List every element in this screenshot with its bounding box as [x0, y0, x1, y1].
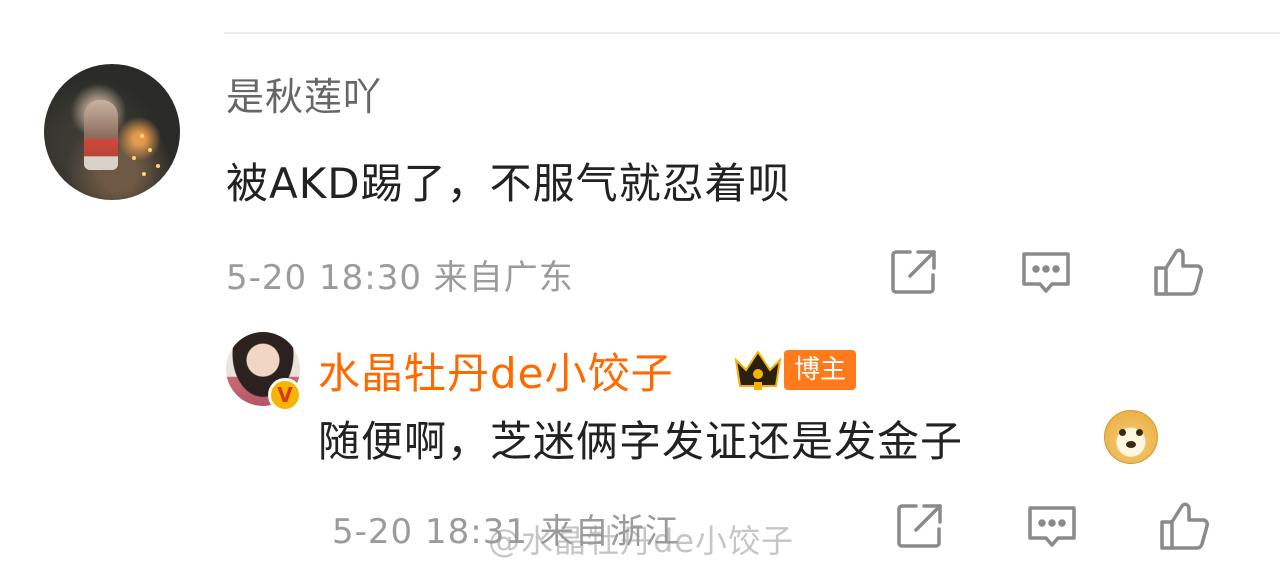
- comment-icon[interactable]: [1016, 242, 1076, 302]
- doge-emoji-icon: [1104, 410, 1158, 464]
- comment-username[interactable]: 是秋莲吖: [226, 66, 382, 121]
- crown-icon: [732, 344, 784, 392]
- reply-comment-icon[interactable]: [1022, 496, 1082, 556]
- reply-username[interactable]: 水晶牡丹de小饺子: [318, 340, 674, 401]
- reply-like-icon[interactable]: [1154, 496, 1214, 556]
- watermark: @水晶牡丹de小饺子: [488, 522, 795, 560]
- verified-badge: V: [268, 378, 302, 412]
- blogger-badge: 博主: [784, 350, 857, 390]
- comment-text: 被AKD踢了，不服气就忍着呗: [226, 159, 791, 208]
- comment-meta: 5-20 18:30 来自广东: [226, 258, 574, 298]
- share-icon[interactable]: [884, 242, 944, 302]
- top-divider: [224, 32, 1280, 34]
- reply-share-icon[interactable]: [890, 496, 950, 556]
- user-avatar[interactable]: [44, 64, 180, 200]
- reply-text: 随便啊，芝迷俩字发证还是发金子: [318, 417, 964, 466]
- avatar-figure: [84, 100, 118, 170]
- like-icon[interactable]: [1148, 242, 1208, 302]
